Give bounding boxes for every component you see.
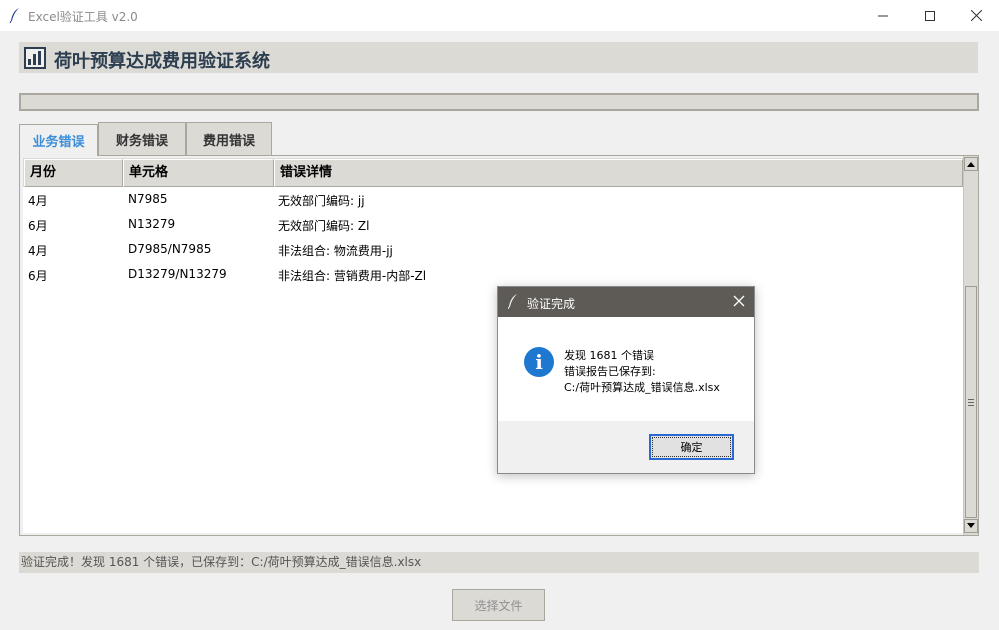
cell-month: 6月	[28, 219, 48, 233]
scroll-down-button[interactable]	[964, 519, 978, 533]
page-title: 荷叶预算达成费用验证系统	[54, 51, 270, 72]
maximize-icon	[925, 10, 935, 21]
cell-address: D7985/N7985	[128, 242, 212, 256]
close-icon	[970, 10, 982, 21]
dialog-body: i 发现 1681 个错误 错误报告已保存到: C:/荷叶预算达成_错误信息.x…	[498, 317, 754, 421]
window-title: Excel验证工具 v2.0	[28, 10, 138, 24]
scroll-thumb[interactable]	[965, 286, 977, 518]
feather-icon	[9, 8, 19, 23]
message-dialog: 验证完成 i 发现 1681 个错误 错误报告已保存到: C:/荷叶预算达成_错…	[497, 286, 755, 474]
cell-month: 4月	[28, 244, 48, 258]
table-row[interactable]: 4月 N7985 无效部门编码: jj	[23, 187, 963, 212]
minimize-button[interactable]	[860, 0, 906, 31]
cell-detail: 无效部门编码: jj	[278, 194, 365, 208]
error-table[interactable]: 月份 单元格 错误详情 4月 N7985 无效部门编码: jj 6月 N1327…	[23, 158, 963, 533]
column-header-cell[interactable]: 单元格	[123, 159, 274, 187]
arrow-up-icon	[967, 162, 975, 167]
cell-address: D13279/N13279	[128, 267, 227, 281]
scroll-up-button[interactable]	[964, 157, 978, 171]
vertical-scrollbar[interactable]	[963, 156, 978, 535]
bar-chart-icon	[24, 47, 46, 69]
table-row[interactable]: 6月 N13279 无效部门编码: Zl	[23, 212, 963, 237]
dialog-message-line2: 错误报告已保存到:	[564, 365, 656, 378]
cell-detail: 非法组合: 物流费用-jj	[278, 244, 393, 258]
column-header-detail[interactable]: 错误详情	[274, 159, 963, 187]
dialog-message-line1: 发现 1681 个错误	[564, 349, 654, 362]
cell-address: N7985	[128, 192, 168, 206]
status-bar: 验证完成！发现 1681 个错误，已保存到：C:/荷叶预算达成_错误信息.xls…	[19, 552, 979, 573]
info-icon: i	[524, 347, 554, 377]
tab-expense-errors[interactable]: 费用错误	[186, 122, 272, 155]
cell-detail: 非法组合: 营销费用-内部-Zl	[278, 269, 427, 283]
table-header: 月份 单元格 错误详情	[23, 158, 963, 187]
dialog-close-icon[interactable]	[732, 294, 746, 308]
cell-detail: 无效部门编码: Zl	[278, 219, 370, 233]
dialog-titlebar: 验证完成	[498, 287, 754, 317]
minimize-icon	[878, 15, 888, 16]
window-titlebar: Excel验证工具 v2.0	[0, 0, 999, 31]
grip-icon	[968, 399, 974, 406]
feather-icon	[508, 294, 517, 309]
cell-month: 4月	[28, 194, 48, 208]
tab-finance-errors[interactable]: 财务错误	[98, 122, 186, 155]
dialog-title: 验证完成	[527, 297, 576, 311]
cell-address: N13279	[128, 217, 176, 231]
dialog-message-line3: C:/荷叶预算达成_错误信息.xlsx	[564, 381, 720, 394]
tab-business-errors[interactable]: 业务错误	[19, 124, 98, 156]
dialog-footer: 确定	[498, 421, 754, 473]
app-header: 荷叶预算达成费用验证系统	[19, 42, 978, 73]
arrow-down-icon	[967, 523, 975, 528]
select-file-button[interactable]: 选择文件	[452, 589, 545, 621]
column-header-month[interactable]: 月份	[24, 159, 123, 187]
maximize-button[interactable]	[907, 0, 953, 31]
progress-bar	[19, 93, 979, 111]
table-row[interactable]: 4月 D7985/N7985 非法组合: 物流费用-jj	[23, 237, 963, 262]
cell-month: 6月	[28, 269, 48, 283]
ok-button[interactable]: 确定	[649, 434, 734, 460]
table-row[interactable]: 6月 D13279/N13279 非法组合: 营销费用-内部-Zl	[23, 262, 963, 287]
close-button[interactable]	[953, 0, 999, 31]
